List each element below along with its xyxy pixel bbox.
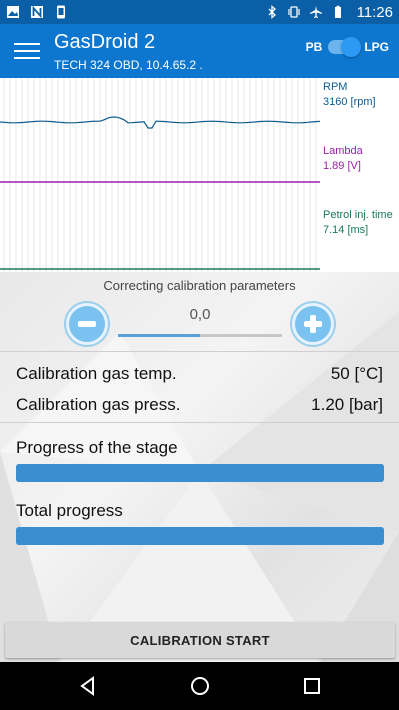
gas-press-value: 1.20 [bar] [311,395,383,414]
correction-slider[interactable] [118,334,282,337]
calibration-start-button[interactable]: CALIBRATION START [5,622,395,658]
decrease-button[interactable] [66,303,108,345]
live-chart [0,78,321,272]
stage-progress-bar [16,464,384,482]
legend-petrol-name: Petrol inj. time [323,209,393,221]
legend-rpm-name: RPM [323,81,348,93]
total-progress-fill [16,527,384,545]
airplane-mode-icon [309,6,322,18]
legend-rpm: RPM 3160 [rpm] [323,80,376,110]
legend-petrol: Petrol inj. time 7.14 [ms] [323,208,393,238]
phone-device-icon [57,5,65,19]
total-progress-bar [16,527,384,545]
increase-button[interactable] [292,303,334,345]
plus-icon-v [310,315,316,333]
fuel-label-lpg: LPG [364,40,389,54]
stage-progress-label: Progress of the stage [16,438,178,457]
menu-icon[interactable] [14,38,40,64]
app-subtitle: TECH 324 OBD, 10.4.65.2 . [54,58,203,72]
divider [0,351,399,352]
legend-petrol-value: 7.14 [ms] [323,224,369,236]
stage-progress-fill [16,464,384,482]
total-progress-label: Total progress [16,501,123,520]
chart-legend: RPM 3160 [rpm] Lambda 1.89 [V] Petrol in… [320,78,399,272]
chart-svg [0,78,321,272]
app-title: GasDroid 2 [54,31,156,53]
clock: 11:26 [356,3,393,21]
legend-rpm-value: 3160 [rpm] [323,96,376,108]
legend-lambda: Lambda 1.89 [V] [323,144,363,174]
image-icon [7,6,19,18]
back-icon[interactable] [76,674,100,698]
switch-knob [341,37,362,57]
legend-lambda-value: 1.89 [V] [323,160,361,172]
fuel-label-pb: PB [305,40,323,54]
gas-press-label: Calibration gas press. [16,395,181,414]
legend-lambda-name: Lambda [323,145,363,157]
divider [0,422,399,423]
bluetooth-icon [268,5,276,19]
correction-title: Correcting calibration parameters [103,278,296,293]
home-icon[interactable] [188,674,212,698]
gas-temp-label: Calibration gas temp. [16,364,177,383]
fuel-switch[interactable] [328,37,362,57]
minus-icon [78,321,96,327]
correction-value: 0,0 [189,306,211,323]
gas-temp-value: 50 [°C] [330,364,383,383]
fuel-toggle[interactable]: PB LPG [305,37,389,57]
app-bar: GasDroid 2 TECH 324 OBD, 10.4.65.2 . PB … [0,24,399,78]
status-bar: 11:26 [0,0,399,24]
nav-bar [0,662,399,710]
n-icon [31,5,43,19]
recents-icon[interactable] [300,674,324,698]
vibrate-icon [287,6,300,18]
slider-fill [118,334,200,337]
battery-icon [334,5,341,18]
